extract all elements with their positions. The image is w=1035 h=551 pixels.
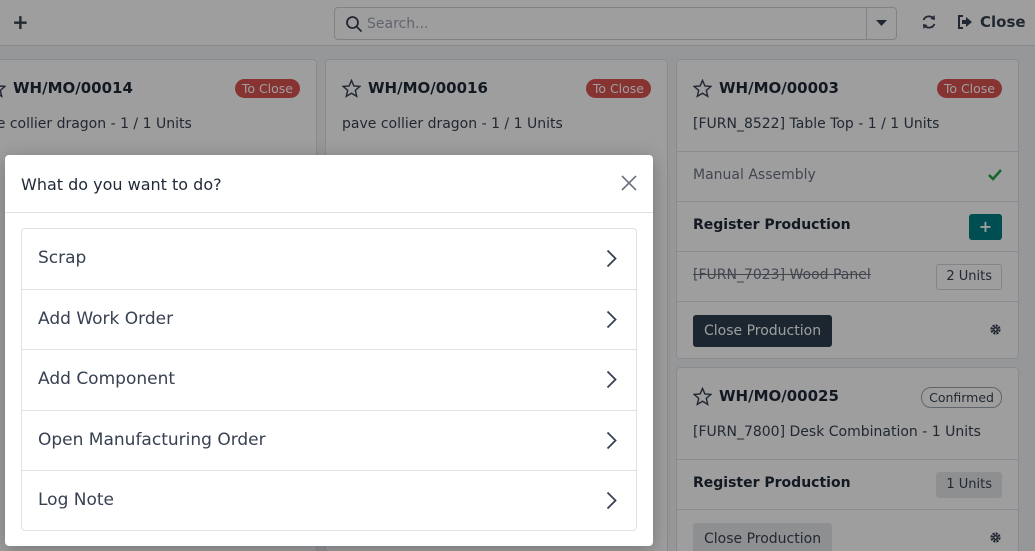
option-label: Scrap (38, 248, 87, 268)
chevron-right-icon (606, 311, 617, 329)
close-icon[interactable] (620, 174, 638, 192)
option-add-work-order[interactable]: Add Work Order (22, 289, 636, 349)
option-label: Add Work Order (38, 309, 174, 330)
action-dialog: What do you want to do? Scrap Add Work O… (5, 155, 653, 546)
option-label: Open Manufacturing Order (38, 429, 266, 450)
option-open-manufacturing-order[interactable]: Open Manufacturing Order (22, 409, 636, 470)
option-add-component[interactable]: Add Component (22, 349, 636, 409)
option-label: Add Component (38, 369, 176, 390)
option-label: Log Note (38, 489, 115, 510)
chevron-right-icon (606, 431, 617, 449)
dialog-title: What do you want to do? (21, 175, 222, 194)
chevron-right-icon (606, 371, 617, 389)
action-options-list: Scrap Add Work Order Add Component Open … (21, 228, 637, 531)
dialog-header: What do you want to do? (5, 155, 653, 213)
option-log-note[interactable]: Log Note (22, 469, 636, 530)
chevron-right-icon (606, 249, 617, 268)
chevron-right-icon (606, 491, 617, 509)
option-scrap[interactable]: Scrap (22, 229, 636, 289)
